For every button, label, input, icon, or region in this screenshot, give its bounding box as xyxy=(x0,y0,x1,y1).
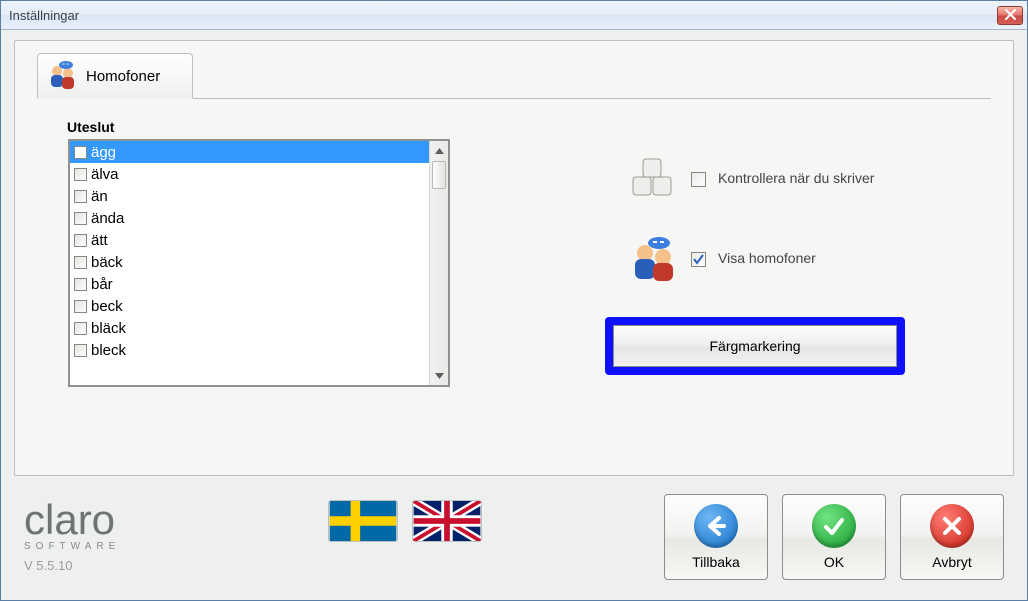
list-item-checkbox[interactable] xyxy=(74,344,87,357)
list-item-label: ätt xyxy=(91,232,108,249)
list-item-label: bäck xyxy=(91,254,123,271)
list-item-label: beck xyxy=(91,298,123,315)
list-item-checkbox[interactable] xyxy=(74,212,87,225)
logo-subtitle: SOFTWARE xyxy=(24,541,120,552)
logo-version: V 5.5.10 xyxy=(24,558,120,573)
color-highlight-label: Färgmarkering xyxy=(709,338,800,354)
list-item-label: bläck xyxy=(91,320,126,337)
color-highlight-button[interactable]: Färgmarkering xyxy=(613,325,897,367)
logo-block: claro SOFTWARE V 5.5.10 xyxy=(24,501,120,573)
tab-homophones[interactable]: Homofoner xyxy=(37,53,193,99)
list-item[interactable]: älva xyxy=(70,163,429,185)
cancel-button[interactable]: Avbryt xyxy=(900,494,1004,580)
list-item[interactable]: bår xyxy=(70,273,429,295)
people-bubble-icon xyxy=(46,61,80,91)
list-item-label: älva xyxy=(91,166,119,183)
list-item[interactable]: än xyxy=(70,185,429,207)
settings-window: Inställningar xyxy=(0,0,1028,601)
check-typing-option: Kontrollera när du skriver xyxy=(629,157,874,201)
keyboard-keys-icon xyxy=(629,157,679,201)
bottom-bar: claro SOFTWARE V 5.5.10 xyxy=(14,484,1014,590)
check-typing-checkbox[interactable] xyxy=(691,172,706,187)
titlebar: Inställningar xyxy=(1,1,1027,30)
list-item[interactable]: ätt xyxy=(70,229,429,251)
list-item[interactable]: bläck xyxy=(70,317,429,339)
flag-sweden[interactable] xyxy=(328,500,398,542)
exclude-listbox[interactable]: ägg älva än ända ätt bäck bår beck bläck bleck xyxy=(68,139,450,387)
flag-uk[interactable] xyxy=(412,500,482,542)
show-homophones-option: Visa homofoner xyxy=(629,237,816,281)
back-label: Tillbaka xyxy=(692,554,740,570)
scroll-down-button[interactable] xyxy=(430,366,448,385)
scroll-up-button[interactable] xyxy=(430,141,448,160)
language-flags xyxy=(328,500,482,542)
list-item-label: ända xyxy=(91,210,124,227)
action-buttons: Tillbaka OK Avbryt xyxy=(664,494,1004,580)
list-item[interactable]: ägg xyxy=(70,141,429,163)
ok-button[interactable]: OK xyxy=(782,494,886,580)
back-arrow-icon xyxy=(694,504,738,548)
list-item[interactable]: ända xyxy=(70,207,429,229)
show-homophones-label: Visa homofoner xyxy=(718,250,816,268)
list-item-checkbox[interactable] xyxy=(74,234,87,247)
close-icon xyxy=(1005,8,1016,23)
list-item-checkbox[interactable] xyxy=(74,190,87,203)
list-item[interactable]: bleck xyxy=(70,339,429,361)
window-title: Inställningar xyxy=(9,8,79,23)
back-button[interactable]: Tillbaka xyxy=(664,494,768,580)
show-homophones-checkbox[interactable] xyxy=(691,252,706,267)
list-item-checkbox[interactable] xyxy=(74,300,87,313)
checkmark-icon xyxy=(812,504,856,548)
list-item-checkbox[interactable] xyxy=(74,256,87,269)
list-item-checkbox[interactable] xyxy=(74,278,87,291)
exclude-list-inner: ägg älva än ända ätt bäck bår beck bläck bleck xyxy=(70,141,429,385)
list-item[interactable]: bäck xyxy=(70,251,429,273)
ok-label: OK xyxy=(824,554,844,570)
logo-brand: claro xyxy=(24,501,120,539)
client-area: Homofoner Uteslut ägg älva än ända ätt bäck bå… xyxy=(1,30,1027,600)
scrollbar[interactable] xyxy=(429,141,448,385)
list-item-label: bår xyxy=(91,276,113,293)
list-item-label: än xyxy=(91,188,108,205)
people-bubble-icon xyxy=(629,237,679,281)
list-item-label: ägg xyxy=(91,144,116,161)
list-item-checkbox[interactable] xyxy=(74,168,87,181)
highlight-button-frame: Färgmarkering xyxy=(605,317,905,375)
list-item-checkbox[interactable] xyxy=(74,322,87,335)
cancel-label: Avbryt xyxy=(932,554,971,570)
check-typing-label: Kontrollera när du skriver xyxy=(718,170,874,188)
exclude-label: Uteslut xyxy=(67,119,114,135)
list-item-checkbox[interactable] xyxy=(74,146,87,159)
list-item[interactable]: beck xyxy=(70,295,429,317)
close-button[interactable] xyxy=(997,6,1023,25)
tab-panel: Homofoner Uteslut ägg älva än ända ätt bäck bå… xyxy=(14,40,1014,476)
scroll-thumb[interactable] xyxy=(432,161,446,189)
list-item-label: bleck xyxy=(91,342,126,359)
tab-label: Homofoner xyxy=(86,68,160,85)
cross-icon xyxy=(930,504,974,548)
